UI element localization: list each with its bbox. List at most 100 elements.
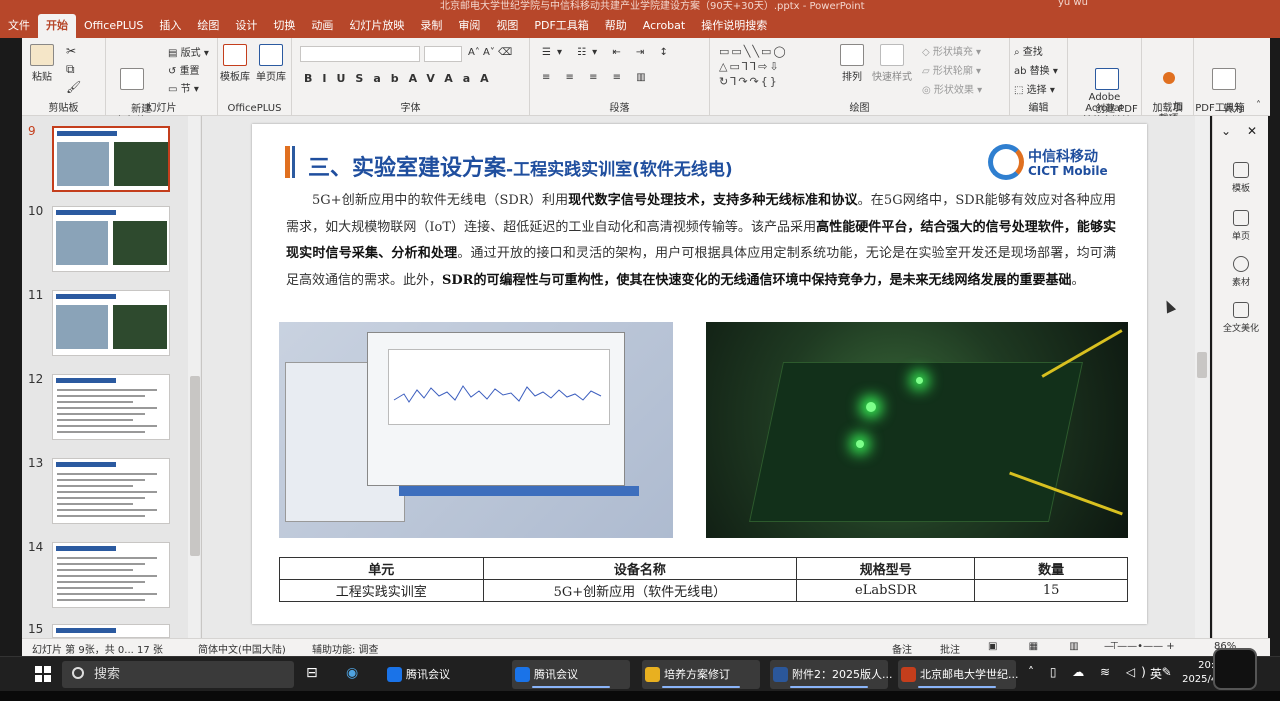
slide-thumbnail[interactable] xyxy=(52,290,170,356)
slide-scrollbar[interactable] xyxy=(1195,116,1209,638)
taskbar-open-indicator xyxy=(790,686,868,688)
align-buttons[interactable]: ≡ ≡ ≡ ≡ ▥ xyxy=(542,72,652,83)
paste-label: 粘贴 xyxy=(32,72,52,83)
shapes-gallery[interactable]: ▭▭╲╲▭◯ △▭⅂⅂⇨⇩ ↻⅂↷↷{} xyxy=(719,44,814,92)
tab-0[interactable]: 文件 xyxy=(0,14,38,38)
tab-8[interactable]: 幻灯片放映 xyxy=(341,14,412,38)
tab-11[interactable]: 视图 xyxy=(488,14,526,38)
quick-styles-button[interactable]: 快速样式 xyxy=(872,44,912,83)
tab-5[interactable]: 设计 xyxy=(227,14,265,38)
sdr-description-paragraph[interactable]: 5G+创新应用中的软件无线电（SDR）利用现代数字信号处理技术，支持多种无线标准… xyxy=(286,188,1116,294)
slide-thumbnail[interactable] xyxy=(52,206,170,272)
taskbar-app-3[interactable]: 附件2：2025版人... xyxy=(770,660,892,689)
thumbnail-text-line xyxy=(57,389,157,391)
taskbar-search-box[interactable]: 搜索 xyxy=(62,661,294,688)
side-panel-item-0[interactable]: 模板 xyxy=(1213,162,1269,194)
edge-browser-icon[interactable]: ◉ xyxy=(346,665,358,681)
tab-13[interactable]: 帮助 xyxy=(597,14,635,38)
grow-shrink-font-buttons[interactable]: A˄ A˅ ⌫ xyxy=(468,47,512,58)
taskbar-app-icon xyxy=(645,667,660,682)
taskbar-app-4[interactable]: 北京邮电大学世纪... xyxy=(898,660,1019,689)
slide-counter[interactable]: 幻灯片 第 9张，共 0... 17 张 xyxy=(32,641,163,656)
thumbnail-text-line xyxy=(57,563,145,565)
find-label: 查找 xyxy=(1022,47,1043,58)
font-size-field[interactable] xyxy=(424,46,462,62)
tab-2[interactable]: OfficePLUS xyxy=(76,14,151,38)
taskbar-app-2[interactable]: 培养方案修订 xyxy=(642,660,760,689)
font-format-button[interactable]: I xyxy=(322,72,336,85)
font-format-button[interactable]: S xyxy=(355,72,373,85)
collapse-ribbon-icon[interactable]: ˄ xyxy=(1256,100,1261,111)
paste-button[interactable]: 粘贴 xyxy=(30,44,54,83)
font-name-field[interactable] xyxy=(300,46,420,62)
template-library-button[interactable]: 模板库 xyxy=(220,44,250,83)
zoom-slider[interactable]: — ——•—— + xyxy=(1104,641,1175,652)
side-panel-item-label: 单页 xyxy=(1231,232,1250,242)
side-panel-item-1[interactable]: 单页 xyxy=(1213,210,1269,242)
slide-thumbnail[interactable] xyxy=(52,624,170,638)
tab-6[interactable]: 切换 xyxy=(265,14,303,38)
replace-button[interactable]: ab 替换 ▾ xyxy=(1014,62,1058,77)
comments-button[interactable]: 批注 xyxy=(940,641,960,656)
font-format-button[interactable]: B xyxy=(304,72,322,85)
format-painter-icon[interactable]: 🖌 xyxy=(66,80,81,94)
arrange-button[interactable]: 排列 xyxy=(840,44,864,83)
tab-7[interactable]: 动画 xyxy=(303,14,341,38)
section-button[interactable]: ▭ 节 ▾ xyxy=(168,80,199,95)
slide-thumbnail[interactable] xyxy=(52,126,170,192)
font-format-button[interactable]: ab xyxy=(373,72,408,85)
font-format-button[interactable]: A xyxy=(480,72,499,85)
shape-fill-button[interactable]: ◇ 形状填充 ▾ xyxy=(922,43,981,58)
side-panel-item-2[interactable]: 素材 xyxy=(1213,256,1269,288)
thumbnail-scrollbar[interactable] xyxy=(188,116,200,638)
ime-indicator[interactable]: 英 xyxy=(1150,665,1162,682)
notification-overlay-icon[interactable] xyxy=(1213,648,1257,690)
slide-9[interactable]: 三、实验室建设方案-工程实践实训室(软件无线电) 中信科移动 CICT Mobi… xyxy=(252,124,1147,624)
font-group-label: 字体 xyxy=(400,103,421,114)
select-button[interactable]: ⬚ 选择 ▾ xyxy=(1014,81,1055,96)
taskbar-app-0[interactable]: 腾讯会议 xyxy=(384,660,496,689)
tab-4[interactable]: 绘图 xyxy=(189,14,227,38)
font-format-buttons[interactable]: BIUSabAVAaA xyxy=(304,72,499,85)
layout-button[interactable]: ▤ 版式 ▾ xyxy=(168,44,209,59)
equipment-table[interactable]: 单元 设备名称 规格型号 数量 工程实践实训室 5G+创新应用（软件无线电） eLabSDR… xyxy=(279,557,1128,602)
close-panel-icon[interactable]: ✕ xyxy=(1247,124,1257,138)
cut-icon[interactable]: ✂ xyxy=(66,44,76,58)
slide-thumbnail[interactable] xyxy=(52,458,170,524)
tab-14[interactable]: Acrobat xyxy=(635,14,693,38)
font-format-button[interactable]: Aa xyxy=(444,72,480,85)
copy-icon[interactable]: ⧉ xyxy=(66,62,75,77)
reset-button[interactable]: ↺ 重置 xyxy=(168,62,200,77)
taskbar-app-1[interactable]: 腾讯会议 xyxy=(512,660,630,689)
side-panel-item-3[interactable]: 全文美化 xyxy=(1213,302,1269,334)
thumbnail-scroll-thumb[interactable] xyxy=(190,376,200,556)
windows-start-icon[interactable] xyxy=(35,666,51,682)
slide-thumbnail[interactable] xyxy=(52,374,170,440)
tab-9[interactable]: 录制 xyxy=(412,14,450,38)
list-buttons[interactable]: ☰▾ ☷▾ ⇤ ⇥ ↕ xyxy=(542,47,674,58)
addins-group-label: 加载项 xyxy=(1152,103,1183,114)
notes-button[interactable]: 备注 xyxy=(892,641,912,656)
find-button[interactable]: ⌕ 查找 xyxy=(1014,43,1043,58)
language-indicator[interactable]: 简体中文(中国大陆) xyxy=(198,641,286,656)
collapse-panel-icon[interactable]: ⌄ xyxy=(1221,124,1231,138)
slide-scroll-thumb[interactable] xyxy=(1197,352,1207,378)
accessibility-checker[interactable]: 辅助功能: 调查 xyxy=(312,641,379,656)
font-format-button[interactable]: U xyxy=(336,72,355,85)
tab-3[interactable]: 插入 xyxy=(151,14,189,38)
tab-15[interactable]: 操作说明搜索 xyxy=(693,14,775,38)
tab-12[interactable]: PDF工具箱 xyxy=(526,14,596,38)
table-header-cell: 单元 xyxy=(279,557,484,580)
task-view-icon[interactable]: ⊟ xyxy=(306,665,318,681)
shape-effect-button[interactable]: ◎ 形状效果 ▾ xyxy=(922,81,982,96)
tab-10[interactable]: 审阅 xyxy=(450,14,488,38)
shape-outline-button[interactable]: ▱ 形状轮廓 ▾ xyxy=(922,62,981,77)
user-name[interactable]: yu wu xyxy=(1058,0,1088,8)
slide-title[interactable]: 三、实验室建设方案-工程实践实训室(软件无线电) xyxy=(308,150,733,182)
font-format-button[interactable]: AV xyxy=(409,72,445,85)
clipboard-group-label: 剪贴板 xyxy=(48,103,79,114)
photo-led-glow xyxy=(856,440,864,448)
slide-thumbnail[interactable] xyxy=(52,542,170,608)
tab-1[interactable]: 开始 xyxy=(38,14,76,38)
single-page-library-button[interactable]: 单页库 xyxy=(256,44,286,83)
